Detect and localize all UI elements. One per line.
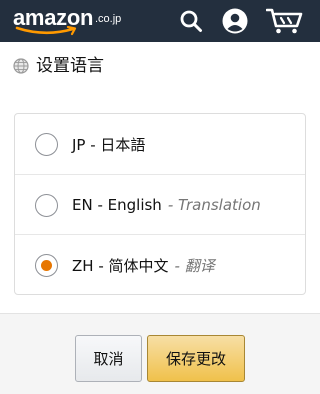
language-code-zh: ZH - 简体中文 (72, 256, 169, 275)
logo-suffix: .co.jp (95, 13, 122, 25)
language-code-en: EN - English (72, 196, 162, 214)
cart-icon (266, 8, 303, 34)
language-translation-zh: - 翻译 (174, 256, 215, 275)
top-header: amazon .co.jp (0, 0, 320, 42)
account-button[interactable] (220, 6, 250, 36)
radio-jp[interactable] (35, 133, 58, 156)
language-option-zh[interactable]: ZH - 简体中文 - 翻译 (15, 234, 305, 294)
language-label-en: EN - English - Translation (72, 175, 261, 235)
language-translation-en: - Translation (167, 196, 261, 214)
account-icon (222, 8, 248, 34)
cancel-button[interactable]: 取消 (75, 335, 142, 382)
search-button[interactable] (176, 6, 206, 36)
language-option-jp[interactable]: JP - 日本語 (15, 114, 305, 174)
logo-smile-icon (15, 26, 77, 36)
language-label-zh: ZH - 简体中文 - 翻译 (72, 235, 215, 295)
radio-zh[interactable] (35, 254, 58, 277)
page-title: 设置语言 (36, 56, 104, 76)
language-option-en[interactable]: EN - English - Translation (15, 174, 305, 234)
action-footer: 取消 保存更改 (0, 313, 320, 394)
cart-button[interactable] (264, 6, 306, 36)
language-options: JP - 日本語 EN - English - Translation ZH -… (14, 113, 306, 295)
globe-icon (13, 58, 29, 74)
section-heading: 设置语言 (13, 55, 104, 77)
radio-en[interactable] (35, 194, 58, 217)
radio-selected-dot (41, 260, 52, 271)
language-code-jp: JP - 日本語 (72, 135, 146, 154)
amazon-logo[interactable]: amazon .co.jp (13, 7, 123, 37)
search-icon (180, 10, 202, 32)
save-changes-button[interactable]: 保存更改 (147, 335, 245, 382)
language-label-jp: JP - 日本語 (72, 114, 145, 174)
